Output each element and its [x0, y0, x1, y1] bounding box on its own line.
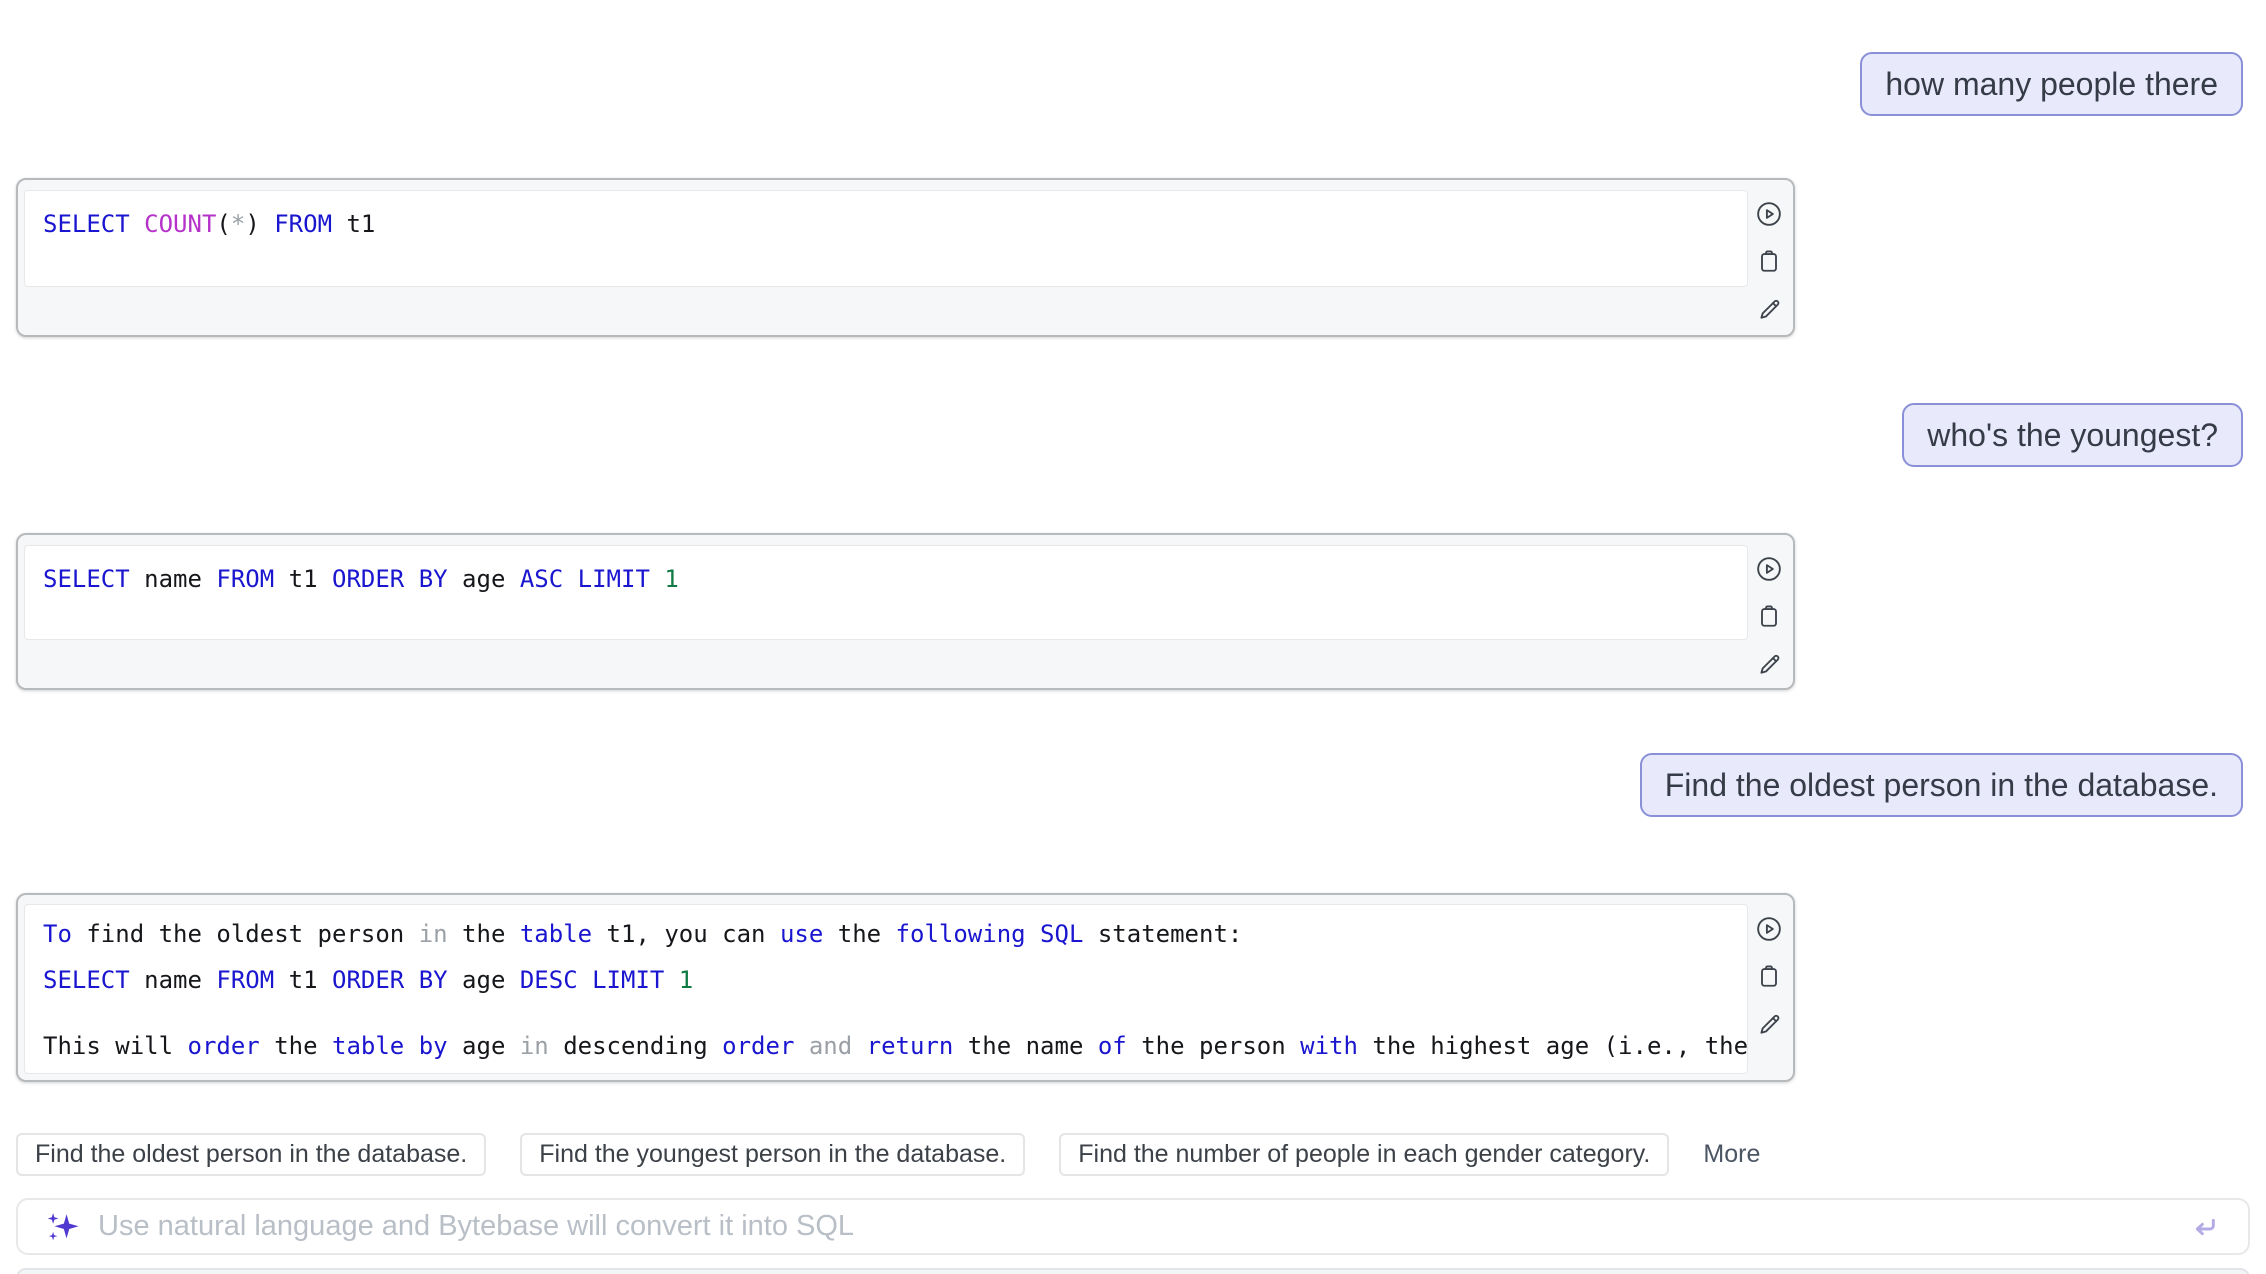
sql-code-line: SELECT name FROM t1 ORDER BY age ASC LIM… — [25, 546, 1747, 594]
play-circle-icon — [1755, 915, 1783, 943]
clipboard-icon — [1755, 603, 1783, 631]
user-message-bubble: Find the oldest person in the database. — [1640, 753, 2243, 817]
play-circle-icon — [1755, 200, 1783, 228]
sql-code-line: SELECT name FROM t1 ORDER BY age DESC LI… — [25, 965, 1747, 995]
copy-button[interactable] — [1755, 248, 1783, 276]
suggestion-chip[interactable]: Find the youngest person in the database… — [520, 1133, 1025, 1176]
explanation-line: This will order the table by age in desc… — [25, 1031, 1747, 1061]
sql-editor[interactable]: SELECT name FROM t1 ORDER BY age ASC LIM… — [24, 545, 1748, 640]
user-message-bubble: who's the youngest? — [1902, 403, 2243, 467]
user-message-bubble: how many people there — [1860, 52, 2243, 116]
clipboard-icon — [1755, 248, 1783, 276]
pencil-icon — [1755, 651, 1783, 679]
sql-actions — [1750, 200, 1788, 324]
suggestion-chip[interactable]: Find the number of people in each gender… — [1059, 1133, 1669, 1176]
sql-editor[interactable]: SELECT COUNT(*) FROM t1 — [24, 190, 1748, 287]
more-suggestions-button[interactable]: More — [1703, 1140, 1760, 1169]
natural-language-input[interactable] — [96, 1209, 2172, 1244]
bottom-panel-edge — [16, 1268, 2250, 1274]
play-circle-icon — [1755, 555, 1783, 583]
sql-editor[interactable]: To find the oldest person in the table t… — [24, 904, 1748, 1074]
ai-sparkle-icon — [46, 1210, 80, 1244]
run-query-button[interactable] — [1755, 555, 1783, 583]
assistant-sql-block: SELECT name FROM t1 ORDER BY age ASC LIM… — [16, 533, 1795, 690]
assistant-sql-block: SELECT COUNT(*) FROM t1 — [16, 178, 1795, 337]
sql-actions — [1750, 555, 1788, 679]
run-query-button[interactable] — [1755, 200, 1783, 228]
submit-button[interactable] — [2188, 1211, 2220, 1243]
edit-button[interactable] — [1755, 296, 1783, 324]
chat-screen: how many people there SELECT COUNT(*) FR… — [0, 0, 2266, 1274]
pencil-icon — [1755, 296, 1783, 324]
sql-actions — [1750, 915, 1788, 1039]
run-query-button[interactable] — [1755, 915, 1783, 943]
suggestion-chip[interactable]: Find the oldest person in the database. — [16, 1133, 486, 1176]
pencil-icon — [1755, 1011, 1783, 1039]
edit-button[interactable] — [1755, 651, 1783, 679]
composer — [16, 1198, 2250, 1255]
explanation-line: To find the oldest person in the table t… — [25, 905, 1747, 949]
suggestion-chips: Find the oldest person in the database. … — [16, 1133, 1760, 1176]
edit-button[interactable] — [1755, 1011, 1783, 1039]
return-arrow-icon — [2188, 1211, 2220, 1243]
assistant-sql-block: To find the oldest person in the table t… — [16, 893, 1795, 1082]
sql-code-line: SELECT COUNT(*) FROM t1 — [25, 191, 1747, 239]
copy-button[interactable] — [1755, 603, 1783, 631]
copy-button[interactable] — [1755, 963, 1783, 991]
clipboard-icon — [1755, 963, 1783, 991]
